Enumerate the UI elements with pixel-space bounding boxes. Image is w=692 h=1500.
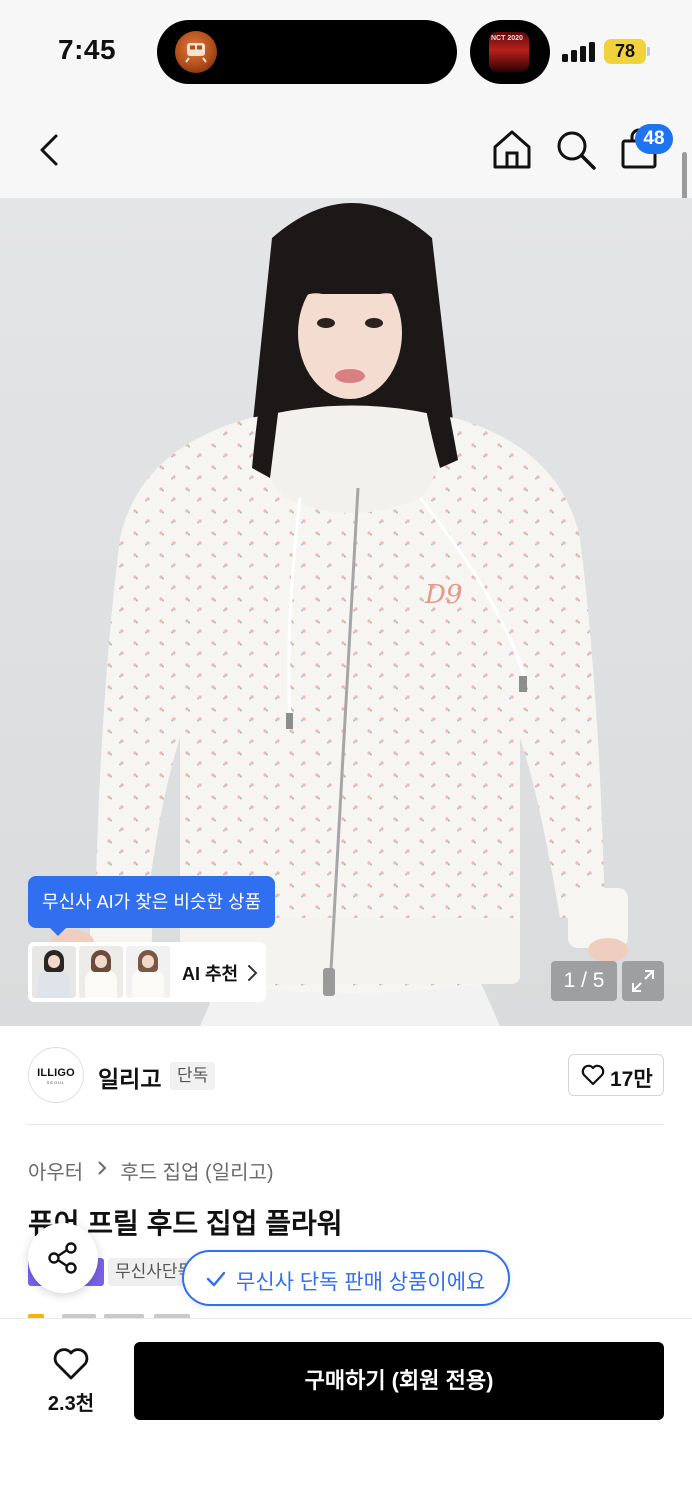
wishlist-button[interactable]: 2.3천 (36, 1345, 106, 1419)
ai-recommend-card[interactable]: AI 추천 (28, 942, 266, 1002)
benefit-tag: 무신사단독 (108, 1258, 190, 1286)
brand-logo[interactable]: ILLIGO SEOUL (28, 1047, 84, 1103)
share-button[interactable] (28, 1223, 98, 1293)
back-button[interactable] (30, 130, 70, 170)
battery-icon: 78 (604, 39, 650, 64)
exclusive-sale-toast[interactable]: 무신사 단독 판매 상품이에요 (182, 1250, 510, 1306)
heart-icon (581, 1064, 605, 1086)
brand-name-link[interactable]: 일리고 (98, 1060, 161, 1094)
heart-icon (53, 1348, 89, 1380)
home-button[interactable] (490, 127, 534, 171)
search-button[interactable] (554, 128, 598, 172)
buy-button[interactable]: 구매하기 (회원 전용) (134, 1342, 664, 1420)
ai-recommend-label: AI 추천 (182, 964, 239, 984)
expand-icon (632, 970, 654, 992)
product-image-carousel[interactable]: D9 무신사 AI가 찾은 비슷한 상품 AI 추천 1 / 5 (0, 198, 692, 1026)
brand-like-button[interactable]: 17만 (568, 1054, 664, 1096)
home-icon (493, 130, 531, 169)
status-bar: 7:45 NCT 2020 78 (0, 0, 692, 100)
brand-like-count: 17만 (610, 1068, 653, 1091)
search-icon (557, 131, 596, 170)
status-time: 7:45 (58, 34, 117, 65)
dynamic-island[interactable] (157, 20, 457, 84)
train-icon[interactable] (175, 31, 217, 73)
recommended-item-thumbnail[interactable] (32, 946, 76, 998)
cart-count-badge: 48 (635, 124, 673, 154)
chevron-right-icon (248, 965, 258, 981)
now-playing-island[interactable]: NCT 2020 (470, 20, 550, 84)
exclusive-tag: 단독 (170, 1062, 216, 1090)
ai-similar-items-tooltip[interactable]: 무신사 AI가 찾은 비슷한 상품 (28, 876, 276, 936)
chevron-right-icon (97, 1159, 107, 1182)
breadcrumb-category-outer[interactable]: 아우터 (28, 1156, 83, 1185)
share-icon (48, 1242, 77, 1274)
recommended-item-thumbnail[interactable] (79, 946, 123, 998)
svg-text:D9: D9 (424, 580, 462, 610)
exclusive-sale-message: 무신사 단독 판매 상품이에요 (236, 1271, 486, 1294)
battery-level: 78 (614, 41, 636, 61)
recommended-item-thumbnail[interactable] (126, 946, 170, 998)
breadcrumb-category-hoodzip[interactable]: 후드 집업 (일리고) (120, 1156, 273, 1185)
expand-image-button[interactable] (622, 961, 664, 1001)
check-icon (206, 1271, 226, 1287)
top-nav-bar: 48 (0, 100, 692, 198)
image-counter: 1 / 5 (551, 961, 617, 1001)
bottom-action-bar: 2.3천 구매하기 (회원 전용) (0, 1318, 692, 1500)
brand-row: ILLIGO SEOUL 일리고 단독 17만 (0, 1026, 692, 1126)
breadcrumb: 아우터 후드 집업 (일리고) (28, 1156, 274, 1185)
wishlist-count: 2.3천 (47, 1393, 95, 1415)
album-art: NCT 2020 (489, 32, 529, 72)
chevron-left-icon (40, 134, 58, 166)
cellular-signal-icon (562, 42, 596, 62)
section-divider (28, 1124, 664, 1125)
